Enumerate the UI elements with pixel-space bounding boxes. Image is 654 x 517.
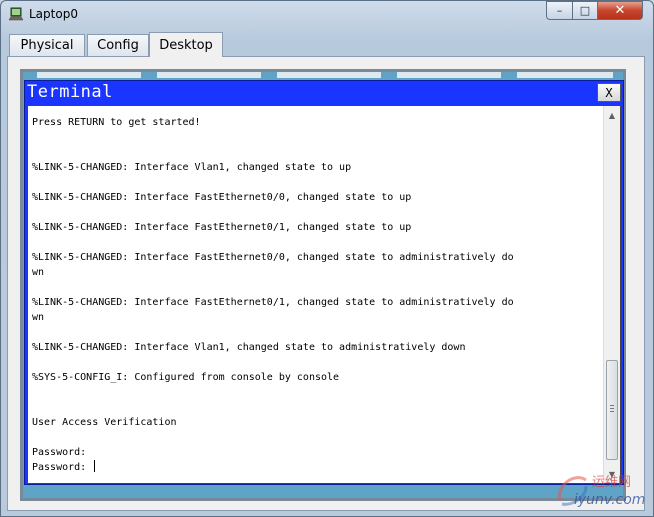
terminal-scrollbar[interactable]: ▲ ▼: [603, 106, 620, 483]
desktop-icon-strip: [517, 72, 613, 78]
tab-desktop[interactable]: Desktop: [149, 32, 223, 57]
terminal-close-button[interactable]: X: [597, 83, 621, 102]
terminal-line: %LINK-5-CHANGED: Interface Vlan1, change…: [32, 342, 466, 353]
terminal-line: Press RETURN to get started!: [32, 117, 201, 128]
terminal-line: %LINK-5-CHANGED: Interface FastEthernet0…: [32, 222, 412, 233]
tab-config[interactable]: Config: [87, 34, 149, 56]
minimize-icon: –: [556, 4, 563, 17]
desktop-icon-strip: [277, 72, 381, 78]
terminal-title: Terminal: [27, 82, 113, 102]
scrollbar-thumb[interactable]: [606, 360, 618, 460]
watermark-cn: 运维网: [592, 475, 632, 490]
terminal-window: Terminal X Press RETURN to get started! …: [24, 80, 624, 485]
desktop-icon-strip: [397, 72, 501, 78]
watermark-en: iyunv.com: [574, 492, 646, 508]
laptop-app-icon: [9, 7, 23, 21]
terminal-line: wn: [32, 267, 45, 278]
terminal-cursor: [94, 460, 96, 472]
tab-physical[interactable]: Physical: [9, 34, 85, 56]
close-icon: ✕: [614, 3, 626, 18]
maximize-icon: □: [579, 4, 591, 17]
terminal-line: %LINK-5-CHANGED: Interface Vlan1, change…: [32, 162, 352, 173]
scrollbar-grip-icon: [610, 405, 614, 414]
scroll-up-arrow-icon[interactable]: ▲: [604, 107, 620, 123]
terminal-line: %LINK-5-CHANGED: Interface FastEthernet0…: [32, 297, 514, 308]
maximize-button[interactable]: □: [572, 1, 598, 20]
window-title: Laptop0: [29, 7, 78, 21]
close-button[interactable]: ✕: [597, 1, 643, 20]
terminal-line: Password:: [32, 462, 93, 473]
desktop-icon-strip: [37, 72, 141, 78]
terminal-output[interactable]: Press RETURN to get started! %LINK-5-CHA…: [32, 106, 597, 475]
terminal-line: %LINK-5-CHANGED: Interface FastEthernet0…: [32, 252, 514, 263]
terminal-line: wn: [32, 312, 45, 323]
desktop-icon-strip: [157, 72, 261, 78]
terminal-close-icon: X: [605, 85, 613, 100]
terminal-line: %LINK-5-CHANGED: Interface FastEthernet0…: [32, 192, 412, 203]
window-title-bar[interactable]: Laptop0 – □ ✕: [1, 1, 653, 29]
minimize-button[interactable]: –: [546, 1, 573, 20]
terminal-line: User Access Verification: [32, 417, 177, 428]
terminal-line: Password:: [32, 447, 93, 458]
terminal-console[interactable]: Press RETURN to get started! %LINK-5-CHA…: [27, 105, 621, 484]
terminal-line: %SYS-5-CONFIG_I: Configured from console…: [32, 372, 340, 383]
